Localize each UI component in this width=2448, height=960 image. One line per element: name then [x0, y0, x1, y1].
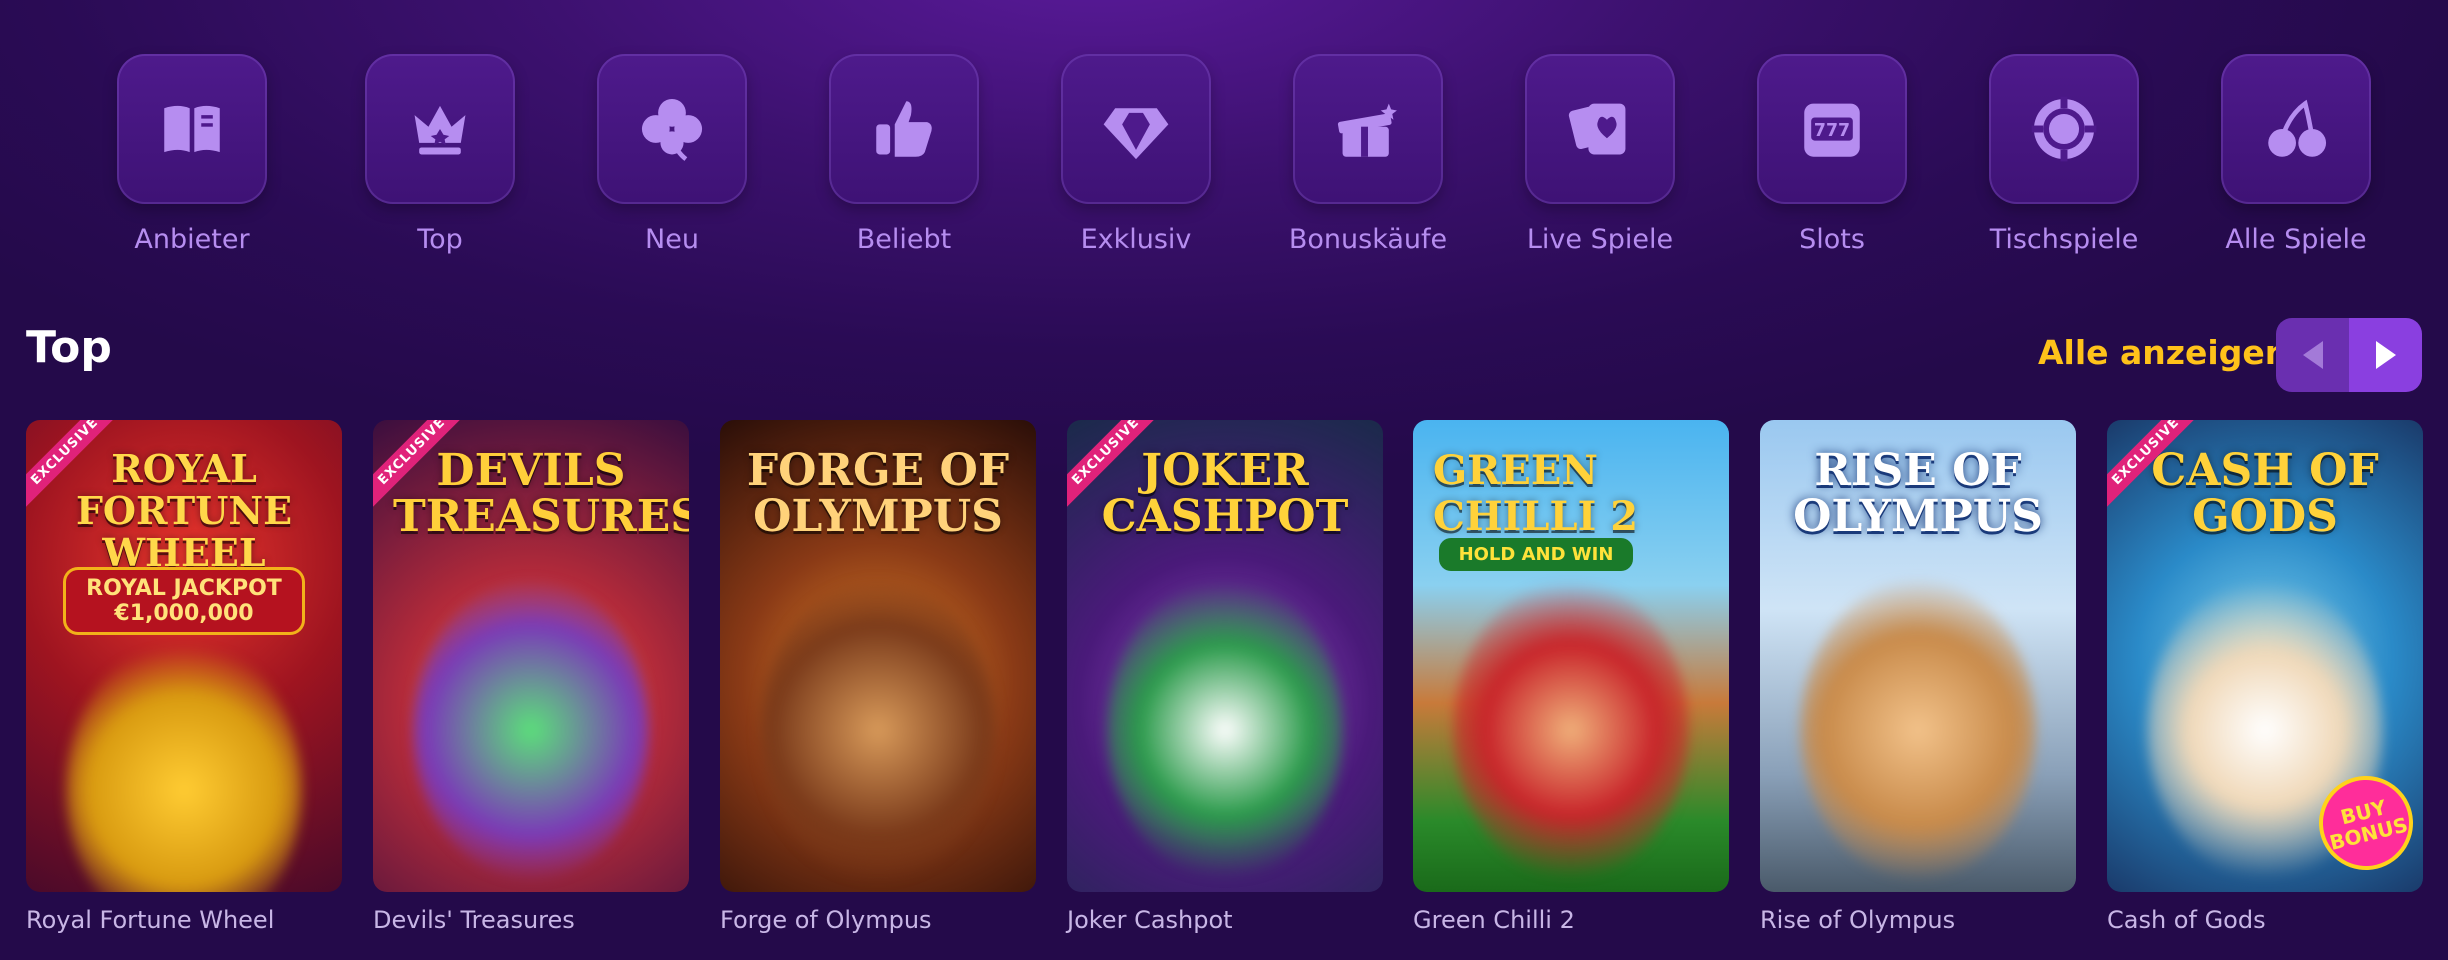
category-tile[interactable]: [597, 54, 747, 204]
category-live-spiele[interactable]: Live Spiele: [1525, 54, 1675, 255]
game-title: Green Chilli 2: [1413, 906, 1575, 934]
game-logo: GREEN CHILLI 2: [1433, 447, 1639, 540]
game-title: Devils' Treasures: [373, 906, 575, 934]
category-alle-spiele[interactable]: Alle Spiele: [2221, 54, 2371, 255]
game-card-joker-cashpot[interactable]: JOKER CASHPOT EXCLUSIVE Joker Cashpot: [1067, 420, 1383, 934]
svg-text:777: 777: [1814, 121, 1850, 141]
category-label: Top: [417, 224, 463, 255]
category-anbieter[interactable]: Anbieter: [117, 54, 267, 255]
game-title: Royal Fortune Wheel: [26, 906, 275, 934]
game-thumbnail[interactable]: JOKER CASHPOT EXCLUSIVE: [1067, 420, 1383, 892]
game-thumbnail[interactable]: ROYAL FORTUNE WHEEL ROYAL JACKPOT €1,000…: [26, 420, 342, 892]
category-label: Slots: [1799, 224, 1865, 255]
game-logo-subtitle: HOLD AND WIN: [1439, 538, 1633, 571]
game-card-rise-of-olympus[interactable]: RISE OF OLYMPUS Rise of Olympus: [1760, 420, 2076, 934]
category-tile[interactable]: [2221, 54, 2371, 204]
game-logo: RISE OF OLYMPUS: [1793, 445, 2043, 542]
section-title: Top: [26, 322, 112, 373]
category-label: Bonuskäufe: [1288, 224, 1448, 255]
game-logo: DEVILS TREASURES: [393, 445, 689, 542]
game-title: Cash of Gods: [2107, 906, 2266, 934]
game-thumbnail[interactable]: GREEN CHILLI 2 HOLD AND WIN: [1413, 420, 1729, 892]
carousel-prev-button[interactable]: [2276, 318, 2349, 392]
game-card-forge-of-olympus[interactable]: FORGE OF OLYMPUS Forge of Olympus: [720, 420, 1036, 934]
game-title: Joker Cashpot: [1067, 906, 1233, 934]
category-tile[interactable]: [1525, 54, 1675, 204]
gift-icon: [1337, 103, 1397, 157]
category-tile[interactable]: [1989, 54, 2139, 204]
poker-chip-icon: [2031, 96, 2097, 162]
game-card-green-chilli-2[interactable]: GREEN CHILLI 2 HOLD AND WIN Green Chilli…: [1413, 420, 1729, 934]
chevron-left-icon: [2302, 341, 2323, 369]
game-thumbnail[interactable]: FORGE OF OLYMPUS: [720, 420, 1036, 892]
category-label: Tischspiele: [1989, 224, 2139, 255]
game-logo: JOKER CASHPOT: [1101, 445, 1349, 542]
category-tile[interactable]: [1061, 54, 1211, 204]
category-tile[interactable]: [365, 54, 515, 204]
category-top[interactable]: Top: [365, 54, 515, 255]
category-tischspiele[interactable]: Tischspiele: [1989, 54, 2139, 255]
category-label: Live Spiele: [1526, 224, 1674, 255]
category-label: Exklusiv: [1080, 224, 1192, 255]
game-logo: ROYAL FORTUNE WHEEL: [75, 446, 293, 575]
category-neu[interactable]: Neu: [597, 54, 747, 255]
category-nav: Anbieter Top Neu Beliebt Exklusiv Bonusk…: [0, 0, 2448, 270]
game-title: Rise of Olympus: [1760, 906, 1956, 934]
game-thumbnail[interactable]: DEVILS TREASURES EXCLUSIVE: [373, 420, 689, 892]
slot-machine-icon: 777: [1804, 103, 1860, 157]
chevron-right-icon: [2375, 341, 2396, 369]
category-tile[interactable]: [117, 54, 267, 204]
category-label: Neu: [645, 224, 699, 255]
carousel-next-button[interactable]: [2349, 318, 2422, 392]
crown-icon: [414, 105, 466, 155]
game-title: Forge of Olympus: [720, 906, 932, 934]
game-logo: CASH OF GODS: [2151, 445, 2379, 542]
book-icon: [164, 105, 220, 153]
clover-icon: [641, 98, 703, 161]
game-card-cash-of-gods[interactable]: CASH OF GODS EXCLUSIVE BUY BONUS Cash of…: [2107, 420, 2423, 934]
category-exklusiv[interactable]: Exklusiv: [1061, 54, 1211, 255]
category-bonuskaeufe[interactable]: Bonuskäufe: [1289, 54, 1447, 255]
category-tile[interactable]: [829, 54, 979, 204]
category-tile[interactable]: [1293, 54, 1443, 204]
cherries-icon: [2268, 99, 2327, 157]
game-card-royal-fortune-wheel[interactable]: ROYAL FORTUNE WHEEL ROYAL JACKPOT €1,000…: [26, 420, 342, 934]
thumbs-up-icon: [876, 101, 932, 157]
game-thumbnail[interactable]: CASH OF GODS EXCLUSIVE BUY BONUS: [2107, 420, 2423, 892]
category-label: Anbieter: [134, 224, 250, 255]
category-label: Alle Spiele: [2225, 224, 2367, 255]
game-logo: FORGE OF OLYMPUS: [746, 445, 1010, 542]
game-logo-subtitle: ROYAL JACKPOT €1,000,000: [66, 570, 302, 632]
game-card-devils-treasures[interactable]: DEVILS TREASURES EXCLUSIVE Devils' Treas…: [373, 420, 689, 934]
category-tile[interactable]: 777: [1757, 54, 1907, 204]
category-beliebt[interactable]: Beliebt: [829, 54, 979, 255]
carousel-controls: [2276, 318, 2422, 392]
cards-icon: [1568, 103, 1626, 155]
diamond-icon: [1103, 108, 1169, 160]
see-all-link[interactable]: Alle anzeigen: [2038, 333, 2288, 372]
category-label: Beliebt: [856, 224, 952, 255]
game-thumbnail[interactable]: RISE OF OLYMPUS: [1760, 420, 2076, 892]
game-carousel: ROYAL FORTUNE WHEEL ROYAL JACKPOT €1,000…: [0, 420, 2448, 960]
category-slots[interactable]: 777 Slots: [1757, 54, 1907, 255]
